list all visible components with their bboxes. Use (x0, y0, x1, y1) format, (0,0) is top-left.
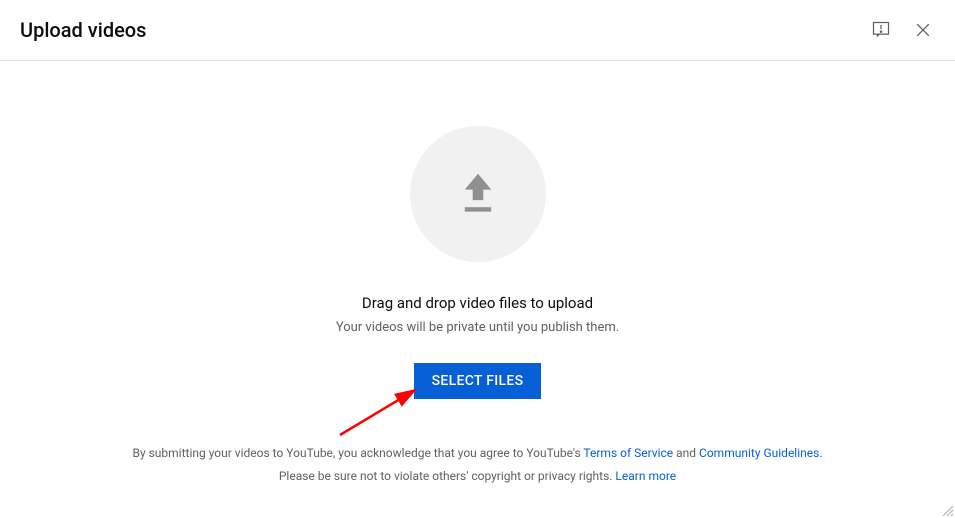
footer-legal: By submitting your videos to YouTube, yo… (0, 442, 955, 488)
dialog-header: Upload videos (0, 0, 955, 61)
resize-handle-icon[interactable] (943, 506, 953, 516)
privacy-notice: Your videos will be private until you pu… (336, 320, 619, 335)
terms-of-service-link[interactable]: Terms of Service (583, 446, 673, 460)
footer-line-2: Please be sure not to violate others' co… (0, 465, 955, 488)
upload-dropzone[interactable] (410, 126, 546, 262)
footer-text: . (819, 446, 822, 460)
upload-icon (458, 172, 498, 216)
drag-drop-text: Drag and drop video files to upload (362, 294, 593, 312)
upload-content: Drag and drop video files to upload Your… (0, 61, 955, 399)
feedback-icon[interactable] (869, 18, 893, 42)
footer-text: and (673, 446, 699, 460)
dialog-title: Upload videos (20, 18, 146, 42)
footer-text: Please be sure not to violate others' co… (279, 469, 616, 483)
select-files-button[interactable]: SELECT FILES (414, 363, 542, 399)
community-guidelines-link[interactable]: Community Guidelines (699, 446, 819, 460)
learn-more-link[interactable]: Learn more (615, 469, 676, 483)
footer-line-1: By submitting your videos to YouTube, yo… (0, 442, 955, 465)
header-actions (869, 18, 935, 42)
close-icon[interactable] (911, 18, 935, 42)
footer-text: By submitting your videos to YouTube, yo… (132, 446, 583, 460)
